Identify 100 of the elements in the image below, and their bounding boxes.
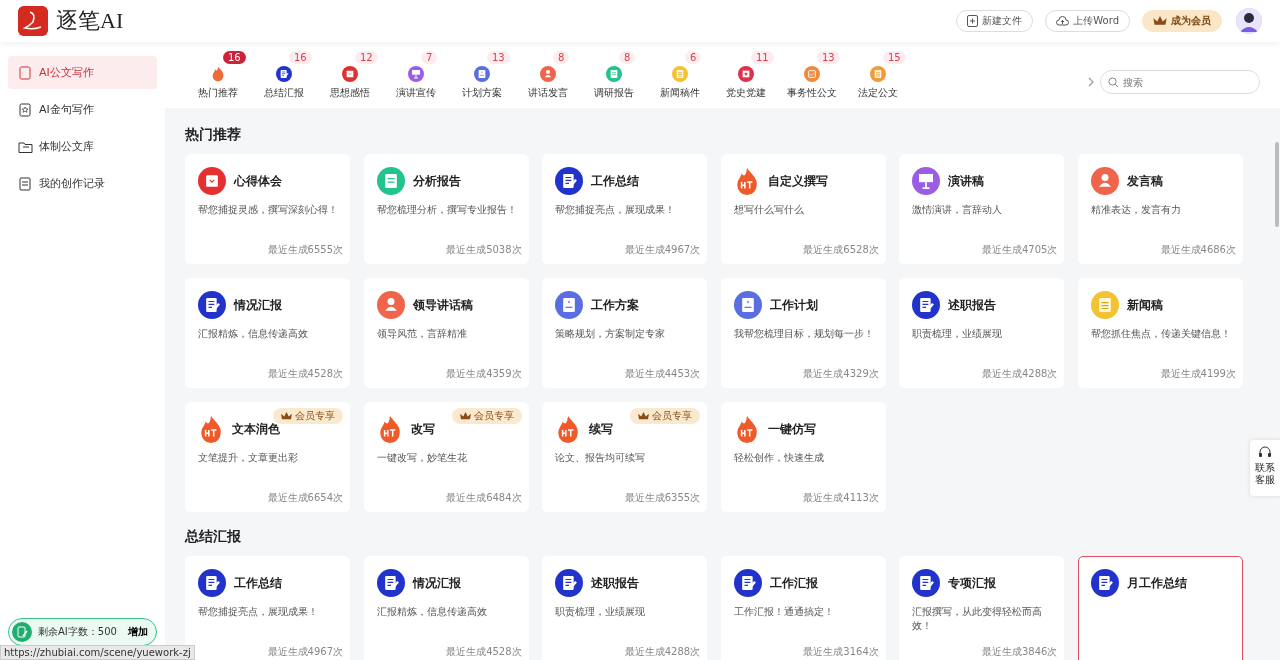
card-title: 新闻稿 xyxy=(1126,296,1163,314)
card-description: 汇报精炼，信息传递高效 xyxy=(376,605,488,619)
pen-document-icon xyxy=(733,569,762,597)
pen-document-icon xyxy=(198,291,226,319)
card-title: 情况汇报 xyxy=(412,574,461,592)
card-title: 工作总结 xyxy=(234,574,282,592)
tool-card[interactable]: 发言稿 精准表达，发言有力 最近生成4686次 xyxy=(1077,154,1243,264)
usage-count: 最近生成4967次 xyxy=(624,243,701,257)
tool-card[interactable]: 工作汇报 工作汇报！通通搞定！ 最近生成3164次 xyxy=(720,556,886,660)
quota-text: 剩余AI字数：500 xyxy=(38,625,118,639)
scrollbar-thumb[interactable] xyxy=(1275,142,1279,227)
card-description: 策略规划，方案制定专家 xyxy=(555,327,667,341)
tool-card[interactable]: 领导讲话稿 领导风范，言辞精准 最近生成4359次 xyxy=(363,278,529,388)
count-badge: 13 xyxy=(487,51,510,64)
sidebar-item[interactable]: 我的创作记录 xyxy=(8,167,157,200)
tool-card[interactable]: 心得体会 帮您捕捉灵感，撰写深刻心得！ 最近生成6555次 xyxy=(185,154,350,264)
brand-name: 逐笔AI xyxy=(56,7,124,35)
customer-service-button[interactable]: 联系客服 xyxy=(1250,440,1280,496)
tool-card[interactable]: 情况汇报 汇报精炼，信息传递高效 最近生成4528次 xyxy=(185,278,350,388)
tool-card[interactable]: 工作总结 帮您捕捉亮点，展现成果！ 最近生成4967次 xyxy=(542,154,708,264)
card-description: 精准表达，发言有力 xyxy=(1090,203,1182,217)
crown-icon xyxy=(1153,15,1167,27)
pen-document-icon xyxy=(555,569,584,597)
crown-icon xyxy=(281,411,292,421)
tool-card[interactable]: 述职报告 职责梳理，业绩展现 最近生成4288次 xyxy=(899,278,1065,388)
card-description: 职责梳理，业绩展现 xyxy=(555,605,647,619)
count-badge: 8 xyxy=(553,51,570,64)
card-title: 领导讲话稿 xyxy=(412,296,473,314)
card-title: 演讲稿 xyxy=(948,172,985,190)
tool-card[interactable]: 述职报告 职责梳理，业绩展现 最近生成4288次 xyxy=(542,556,708,660)
card-title: 改写 xyxy=(410,420,435,438)
usage-count: 最近生成6528次 xyxy=(803,243,879,257)
tool-card[interactable]: 会员专享 改写 一键改写，妙笔生花 最近生成6484次 xyxy=(363,402,529,512)
count-badge: 6 xyxy=(685,51,702,64)
card-title: 工作总结 xyxy=(591,172,640,190)
tool-card[interactable]: 工作计划 我帮您梳理目标，规划每一步！ 最近生成4329次 xyxy=(720,278,886,388)
tool-card[interactable]: 会员专享 续写 论文、报告均可续写 最近生成6355次 xyxy=(542,402,708,512)
tool-card[interactable]: 自定义撰写 想写什么写什么 最近生成6528次 xyxy=(720,154,886,264)
document-icon xyxy=(18,176,33,191)
card-description: 帮您捕捉亮点，展现成果！ xyxy=(555,203,677,217)
member-badge: 会员专享 xyxy=(273,408,343,424)
usage-count: 最近生成6654次 xyxy=(267,491,343,505)
card-title: 工作计划 xyxy=(769,296,818,314)
usage-count: 最近生成5038次 xyxy=(446,243,522,257)
card-description: 职责梳理，业绩展现 xyxy=(912,327,1004,341)
sidebar-item[interactable]: AI公文写作 xyxy=(8,56,157,89)
tool-card[interactable]: 分析报告 帮您梳理分析，撰写专业报告！ 最近生成5038次 xyxy=(363,154,529,264)
member-badge: 会员专享 xyxy=(630,408,701,424)
add-quota-button[interactable]: 增加 xyxy=(128,625,148,639)
usage-count: 最近生成4967次 xyxy=(267,645,343,659)
star-card-icon xyxy=(18,102,33,117)
membership-button[interactable]: 成为会员 xyxy=(1142,10,1222,32)
card-description: 汇报撰写，从此变得轻松而高效！ xyxy=(912,605,1044,633)
tool-card[interactable]: 会员专享 文本润色 文笔提升，文章更出彩 最近生成6654次 xyxy=(185,402,350,512)
card-description: 帮您抓住焦点，传递关键信息！ xyxy=(1090,327,1232,341)
search-field[interactable]: 搜索 xyxy=(1100,70,1260,94)
chevron-right-icon[interactable] xyxy=(1088,77,1094,87)
new-file-button[interactable]: 新建文件 xyxy=(956,10,1034,32)
tool-card[interactable]: 情况汇报 汇报精炼，信息传递高效 最近生成4528次 xyxy=(363,556,529,660)
service-label: 联系客服 xyxy=(1255,462,1275,486)
card-title: 一键仿写 xyxy=(767,420,816,438)
section-title: 热门推荐 xyxy=(185,125,242,144)
status-url: https://zhubiai.com/scene/yuework-zj xyxy=(0,645,195,660)
card-title: 述职报告 xyxy=(591,574,640,592)
count-badge: 7 xyxy=(421,51,438,64)
tool-card[interactable]: 工作方案 策略规划，方案制定专家 最近生成4453次 xyxy=(542,278,708,388)
note-icon xyxy=(198,167,226,195)
headset-icon xyxy=(1258,446,1272,460)
person-icon xyxy=(1090,167,1119,195)
sidebar-item[interactable]: 体制公文库 xyxy=(8,130,157,163)
count-badge: 15 xyxy=(883,51,906,64)
pen-document-icon xyxy=(12,622,32,642)
tool-card[interactable]: 演讲稿 激情演讲，言辞动人 最近生成4705次 xyxy=(899,154,1065,264)
card-title: 发言稿 xyxy=(1126,172,1163,190)
book-icon xyxy=(555,291,584,319)
usage-count: 最近生成4528次 xyxy=(446,645,522,659)
card-description: 轻松创作，快速生成 xyxy=(733,451,825,465)
card-title: 情况汇报 xyxy=(234,296,282,314)
tool-card[interactable]: 新闻稿 帮您抓住焦点，传递关键信息！ 最近生成4199次 xyxy=(1077,278,1243,388)
tool-card[interactable]: 专项汇报 汇报撰写，从此变得轻松而高效！ 最近生成3846次 xyxy=(899,556,1065,660)
tool-card[interactable]: 月工作总结 xyxy=(1077,556,1243,660)
usage-count: 最近生成6355次 xyxy=(624,491,701,505)
tool-card[interactable]: 一键仿写 轻松创作，快速生成 最近生成4113次 xyxy=(720,402,886,512)
usage-count: 最近生成4288次 xyxy=(981,367,1058,381)
card-description: 激情演讲，言辞动人 xyxy=(912,203,1004,217)
upload-button[interactable]: 上传Word xyxy=(1045,10,1130,32)
card-description: 工作汇报！通通搞定！ xyxy=(733,605,835,619)
card-description: 文笔提升，文章更出彩 xyxy=(198,451,299,465)
card-title: 分析报告 xyxy=(412,172,461,190)
sidebar-item[interactable]: AI金句写作 xyxy=(8,93,157,126)
avatar-icon[interactable] xyxy=(1236,8,1262,34)
pen-document-icon xyxy=(198,569,226,597)
card-title: 工作汇报 xyxy=(769,574,818,592)
usage-count: 最近生成4528次 xyxy=(267,367,343,381)
card-title: 专项汇报 xyxy=(948,574,997,592)
usage-count: 最近生成3846次 xyxy=(981,645,1058,659)
cloud-upload-icon xyxy=(1056,16,1070,26)
news-icon xyxy=(1090,291,1119,319)
card-title: 述职报告 xyxy=(948,296,997,314)
person-icon xyxy=(376,291,405,319)
